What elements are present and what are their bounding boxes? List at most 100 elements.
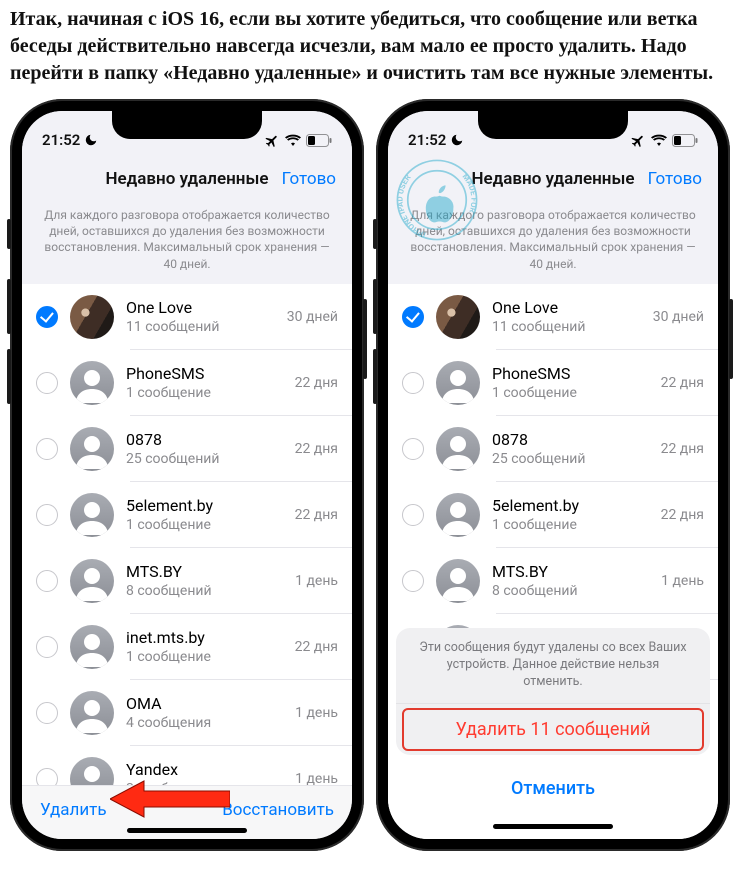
contact-avatar-icon: [70, 691, 114, 735]
select-radio[interactable]: [402, 306, 424, 328]
conversation-name: inet.mts.by: [126, 628, 283, 647]
delete-messages-button[interactable]: Удалить 11 сообщений: [396, 703, 710, 755]
list-item[interactable]: Yandex2 сообщения1 день: [22, 746, 352, 785]
list-item[interactable]: 5element.by1 сообщение22 дня: [388, 482, 718, 548]
contact-avatar-icon: [70, 493, 114, 537]
conversation-name: OMA: [126, 694, 283, 713]
select-radio[interactable]: [402, 504, 424, 526]
list-item[interactable]: 0878 25 сообщений 22 дня: [388, 416, 718, 482]
home-indicator: [127, 828, 247, 833]
contact-photo: [436, 295, 480, 339]
message-count: 8 сообщений: [492, 583, 649, 600]
nav-bar: Недавно удаленные Готово: [22, 155, 352, 203]
message-count: 11 сообщений: [126, 319, 275, 336]
notch: [112, 111, 262, 139]
done-button[interactable]: Готово: [648, 169, 702, 189]
days-remaining: 22 дня: [295, 375, 338, 391]
airplane-icon: [265, 133, 280, 148]
conversation-name: MTS.BY: [492, 562, 649, 581]
bottom-toolbar: Удалить Восстановить: [22, 785, 352, 839]
nav-title: Недавно удаленные: [472, 169, 635, 189]
moon-icon: [450, 133, 464, 147]
action-sheet: Эти сообщения будут удалены со всех Ваши…: [396, 628, 710, 831]
select-radio[interactable]: [36, 306, 58, 328]
days-remaining: 1 день: [295, 771, 338, 785]
message-count: 1 сообщение: [492, 385, 649, 402]
list-item[interactable]: OMA 4 сообщения 1 день: [22, 680, 352, 746]
select-radio[interactable]: [36, 636, 58, 658]
message-count: 25 сообщений: [126, 451, 283, 468]
message-count: 1 сообщение: [492, 517, 649, 534]
watermark-stamp: MADE FOR IPHONE IPAD USER: [394, 157, 480, 243]
battery-icon: [672, 134, 698, 147]
days-remaining: 1 день: [661, 573, 704, 589]
select-radio[interactable]: [402, 372, 424, 394]
screen-left: 21:52 Недавно удаленные Готово Для каждо…: [22, 111, 352, 839]
sheet-message: Эти сообщения будут удалены со всех Ваши…: [396, 628, 710, 703]
restore-button[interactable]: Восстановить: [222, 800, 334, 820]
list-item[interactable]: PhoneSMS1 сообщение22 дня: [388, 350, 718, 416]
notch: [478, 111, 628, 139]
days-remaining: 1 день: [295, 573, 338, 589]
contact-avatar-icon: [436, 559, 480, 603]
days-remaining: 22 дня: [295, 639, 338, 655]
select-radio[interactable]: [36, 504, 58, 526]
contact-avatar-icon: [70, 625, 114, 669]
list-item[interactable]: One Love11 сообщений30 дней: [22, 284, 352, 350]
select-radio[interactable]: [402, 570, 424, 592]
list-item[interactable]: MTS.BY 8 сообщений 1 день: [22, 548, 352, 614]
hint-text: Для каждого разговора отображается колич…: [22, 203, 352, 284]
conversation-list-left: One Love11 сообщений30 днейPhoneSMS1 соо…: [22, 284, 352, 785]
conversation-name: PhoneSMS: [492, 364, 649, 383]
days-remaining: 1 день: [295, 705, 338, 721]
message-count: 4 сообщения: [126, 715, 283, 732]
message-count: 1 сообщение: [126, 385, 283, 402]
message-count: 25 сообщений: [492, 451, 649, 468]
message-count: 1 сообщение: [126, 649, 283, 666]
list-item[interactable]: PhoneSMS1 сообщение22 дня: [22, 350, 352, 416]
done-button[interactable]: Готово: [282, 169, 336, 189]
phone-frame-right: MADE FOR IPHONE IPAD USER 21:52 Недавно …: [376, 99, 730, 851]
select-radio[interactable]: [36, 438, 58, 460]
contact-avatar-icon: [70, 757, 114, 785]
conversation-name: Yandex: [126, 760, 283, 779]
phones-row: 21:52 Недавно удаленные Готово Для каждо…: [0, 99, 740, 851]
select-radio[interactable]: [36, 702, 58, 724]
list-item[interactable]: inet.mts.by 1 сообщение 22 дня: [22, 614, 352, 680]
phone-frame-left: 21:52 Недавно удаленные Готово Для каждо…: [10, 99, 364, 851]
moon-icon: [84, 133, 98, 147]
nav-title: Недавно удаленные: [106, 169, 269, 189]
airplane-icon: [631, 133, 646, 148]
list-item[interactable]: One Love11 сообщений30 дней: [388, 284, 718, 350]
cancel-button[interactable]: Отменить: [396, 763, 710, 814]
svg-text:MADE FOR: MADE FOR: [461, 172, 479, 214]
select-radio[interactable]: [36, 372, 58, 394]
select-radio[interactable]: [402, 438, 424, 460]
select-radio[interactable]: [36, 768, 58, 785]
message-count: 1 сообщение: [126, 517, 283, 534]
article-intro-text: Итак, начиная с iOS 16, если вы хотите у…: [0, 0, 740, 99]
conversation-name: 0878: [126, 430, 283, 449]
select-radio[interactable]: [36, 570, 58, 592]
conversation-name: 0878: [492, 430, 649, 449]
list-item[interactable]: 5element.by1 сообщение22 дня: [22, 482, 352, 548]
contact-avatar-icon: [70, 427, 114, 471]
list-item[interactable]: MTS.BY 8 сообщений 1 день: [388, 548, 718, 614]
clock-text: 21:52: [408, 131, 446, 149]
delete-button[interactable]: Удалить: [40, 800, 107, 820]
screen-right: MADE FOR IPHONE IPAD USER 21:52 Недавно …: [388, 111, 718, 839]
contact-avatar-icon: [70, 361, 114, 405]
list-item[interactable]: 0878 25 сообщений 22 дня: [22, 416, 352, 482]
contact-avatar-icon: [436, 361, 480, 405]
contact-avatar-icon: [70, 559, 114, 603]
contact-avatar-icon: [436, 427, 480, 471]
days-remaining: 22 дня: [661, 441, 704, 457]
conversation-name: 5element.by: [492, 496, 649, 515]
message-count: 8 сообщений: [126, 583, 283, 600]
conversation-name: MTS.BY: [126, 562, 283, 581]
wifi-icon: [285, 134, 301, 146]
conversation-name: One Love: [126, 298, 275, 317]
days-remaining: 22 дня: [295, 441, 338, 457]
conversation-name: 5element.by: [126, 496, 283, 515]
days-remaining: 30 дней: [653, 309, 704, 325]
